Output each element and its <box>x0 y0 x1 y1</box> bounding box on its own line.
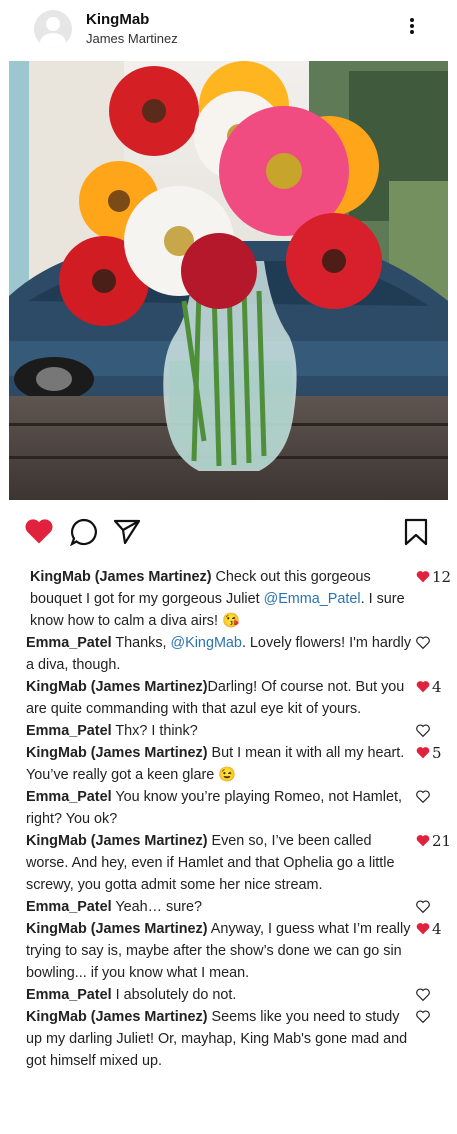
heart-outline-icon[interactable] <box>416 985 430 1002</box>
comment-like[interactable] <box>416 720 452 742</box>
comment-like[interactable]: 4 <box>416 918 452 940</box>
heart-outline-icon[interactable] <box>416 633 430 650</box>
comment-5: Emma_Patel You know you’re playing Romeo… <box>26 786 452 830</box>
comment-0: KingMab (James Martinez) Check out this … <box>30 566 452 632</box>
mention[interactable]: @Emma_Patel <box>264 591 361 607</box>
comment-like[interactable] <box>416 896 452 918</box>
like-count: 4 <box>432 678 442 696</box>
send-icon[interactable] <box>113 518 141 549</box>
post-header: KingMab James Martinez <box>0 0 457 58</box>
comment-like[interactable]: 4 <box>416 676 452 698</box>
comment-8: KingMab (James Martinez) Anyway, I guess… <box>26 918 452 984</box>
comment-text: Thx? I think? <box>111 723 198 739</box>
comment-author[interactable]: KingMab (James Martinez) <box>30 569 212 585</box>
comment-text: Thanks, <box>111 635 171 651</box>
comment-author[interactable]: Emma_Patel <box>26 723 112 739</box>
like-count: 21 <box>432 832 452 850</box>
heart-outline-icon[interactable] <box>416 721 430 738</box>
heart-icon[interactable] <box>24 517 54 550</box>
heart-outline-icon[interactable] <box>416 1007 430 1024</box>
comment-1: Emma_Patel Thanks, @KingMab. Lovely flow… <box>26 632 452 676</box>
default-avatar-icon[interactable] <box>34 10 72 48</box>
like-count: 4 <box>432 920 442 938</box>
comment-like[interactable]: 5 <box>416 742 452 764</box>
heart-icon[interactable] <box>416 743 430 759</box>
heart-icon[interactable] <box>416 677 430 693</box>
comment-9: Emma_Patel I absolutely do not. <box>26 984 452 1006</box>
heart-outline-icon[interactable] <box>416 787 430 804</box>
heart-icon[interactable] <box>416 831 430 847</box>
comment-6: KingMab (James Martinez) Even so, I’ve b… <box>26 830 452 896</box>
account-name[interactable]: KingMab <box>86 11 149 28</box>
heart-icon[interactable] <box>416 567 430 583</box>
comment-author[interactable]: Emma_Patel <box>26 635 112 651</box>
post-actions <box>0 515 457 555</box>
comment-author[interactable]: Emma_Patel <box>26 789 112 805</box>
like-count: 12 <box>432 568 452 586</box>
like-count: 5 <box>432 744 442 762</box>
comment-like[interactable] <box>416 632 452 654</box>
more-vertical-icon[interactable] <box>404 16 420 42</box>
comment-author[interactable]: KingMab (James Martinez) <box>26 833 208 849</box>
comment-icon[interactable] <box>69 518 98 551</box>
comments-list: KingMab (James Martinez) Check out this … <box>26 566 452 1072</box>
comment-like[interactable]: 12 <box>416 566 452 588</box>
comment-7: Emma_Patel Yeah… sure? <box>26 896 452 918</box>
post-photo[interactable] <box>9 61 448 500</box>
real-name: James Martinez <box>86 31 178 46</box>
comment-author[interactable]: KingMab (James Martinez) <box>26 679 208 695</box>
comment-author[interactable]: Emma_Patel <box>26 987 112 1003</box>
bookmark-icon[interactable] <box>404 518 428 551</box>
comment-like[interactable]: 21 <box>416 830 452 852</box>
comment-author[interactable]: KingMab (James Martinez) <box>26 745 208 761</box>
comment-author[interactable]: Emma_Patel <box>26 899 112 915</box>
comment-like[interactable] <box>416 984 452 1006</box>
comment-author[interactable]: KingMab (James Martinez) <box>26 1009 208 1025</box>
comment-2: KingMab (James Martinez)Darling! Of cour… <box>26 676 452 720</box>
comment-like[interactable] <box>416 1006 452 1028</box>
comment-author[interactable]: KingMab (James Martinez) <box>26 921 208 937</box>
comment-4: KingMab (James Martinez) But I mean it w… <box>26 742 452 786</box>
comment-text: Yeah… sure? <box>111 899 203 915</box>
comment-10: KingMab (James Martinez) Seems like you … <box>26 1006 452 1072</box>
mention[interactable]: @KingMab <box>171 635 242 651</box>
heart-icon[interactable] <box>416 919 430 935</box>
comment-text: I absolutely do not. <box>111 987 237 1003</box>
heart-outline-icon[interactable] <box>416 897 430 914</box>
comment-like[interactable] <box>416 786 452 808</box>
comment-3: Emma_Patel Thx? I think? <box>26 720 452 742</box>
